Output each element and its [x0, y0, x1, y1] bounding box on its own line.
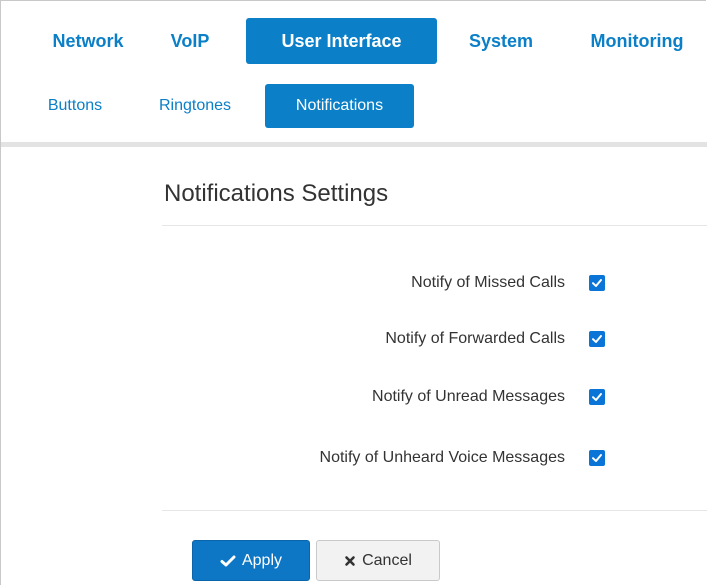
nav-divider — [1, 142, 707, 147]
checkmark-icon — [592, 454, 602, 462]
checkmark-icon — [592, 335, 602, 343]
missed-calls-checkbox[interactable] — [589, 275, 605, 291]
title-divider — [162, 225, 707, 226]
subtab-notifications[interactable]: Notifications — [265, 84, 414, 128]
actions-divider — [162, 510, 707, 511]
sub-nav: Buttons Ringtones Notifications — [0, 84, 707, 128]
unread-messages-checkbox[interactable] — [589, 389, 605, 405]
setting-unread-messages: Notify of Unread Messages — [372, 385, 605, 409]
tab-user-interface[interactable]: User Interface — [246, 18, 437, 64]
tab-monitoring[interactable]: Monitoring — [567, 18, 707, 64]
setting-unheard-voice-messages-label: Notify of Unheard Voice Messages — [319, 449, 565, 466]
setting-missed-calls: Notify of Missed Calls — [411, 271, 605, 295]
section-title: Notifications Settings — [164, 180, 389, 207]
checkmark-icon — [592, 393, 602, 401]
setting-unread-messages-label: Notify of Unread Messages — [372, 388, 565, 405]
setting-forwarded-calls: Notify of Forwarded Calls — [385, 327, 605, 351]
checkmark-icon — [592, 279, 602, 287]
main-nav: Network VoIP User Interface System Monit… — [0, 18, 707, 64]
cancel-button-label: Cancel — [362, 551, 412, 569]
tab-network[interactable]: Network — [28, 18, 148, 64]
tab-system[interactable]: System — [450, 18, 552, 64]
subtab-ringtones[interactable]: Ringtones — [136, 84, 254, 128]
check-icon — [220, 554, 236, 568]
subtab-buttons[interactable]: Buttons — [27, 84, 123, 128]
setting-unheard-voice-messages: Notify of Unheard Voice Messages — [320, 446, 605, 470]
apply-button-label: Apply — [241, 551, 283, 569]
unheard-voice-messages-checkbox[interactable] — [589, 450, 605, 466]
cancel-button[interactable]: Cancel — [316, 540, 440, 581]
tab-voip[interactable]: VoIP — [155, 18, 225, 64]
forwarded-calls-checkbox[interactable] — [589, 331, 605, 347]
apply-button[interactable]: Apply — [192, 540, 310, 581]
setting-forwarded-calls-label: Notify of Forwarded Calls — [385, 330, 565, 347]
setting-missed-calls-label: Notify of Missed Calls — [411, 274, 565, 291]
close-icon — [344, 555, 356, 567]
